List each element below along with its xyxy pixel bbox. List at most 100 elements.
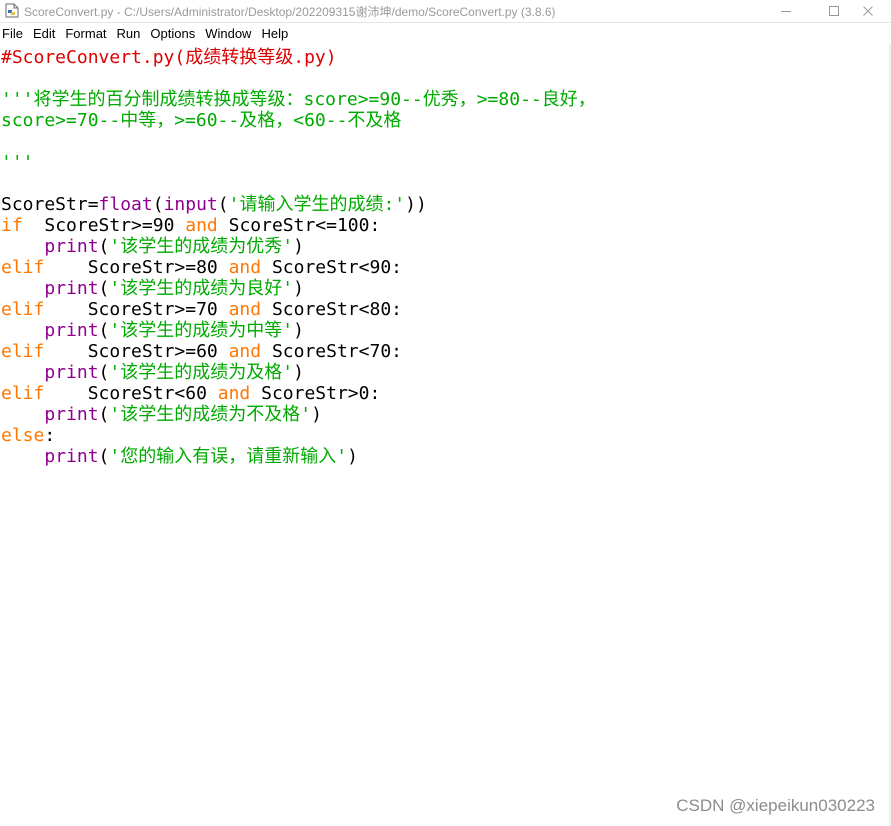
code-line[interactable]: elif ScoreStr>=80 and ScoreStr<90:	[1, 257, 596, 278]
code-token-keyword: elif	[1, 299, 45, 320]
menu-help[interactable]: Help	[258, 23, 295, 44]
code-token-builtin: float	[98, 194, 153, 215]
code-token-default: (	[98, 362, 110, 383]
code-token-default: )	[293, 362, 304, 383]
code-token-default	[1, 320, 44, 341]
code-token-builtin: print	[44, 362, 99, 383]
code-token-default: (	[98, 278, 110, 299]
code-token-builtin: print	[44, 278, 99, 299]
code-token-default: (	[152, 194, 164, 215]
code-line[interactable]: ScoreStr=float(input('请输入学生的成绩:'))	[1, 194, 596, 215]
code-line[interactable]: '''将学生的百分制成绩转换成等级：score>=90--优秀，>=80--良好…	[1, 89, 596, 110]
code-line[interactable]	[1, 131, 596, 152]
code-token-keyword: and	[228, 257, 262, 278]
code-token-keyword: and	[228, 341, 262, 362]
code-token-default: ScoreStr>=80	[44, 257, 229, 278]
code-token-default: ScoreStr<60	[44, 383, 218, 404]
code-token-keyword: elif	[1, 383, 45, 404]
close-icon	[863, 6, 873, 16]
code-token-default: (	[98, 446, 110, 467]
code-line[interactable]: print('该学生的成绩为及格')	[1, 362, 596, 383]
code-token-default: (	[98, 236, 110, 257]
code-token-default: )	[293, 278, 304, 299]
code-token-string: '''将学生的百分制成绩转换成等级：score>=90--优秀，>=80--良好…	[1, 89, 596, 110]
code-token-string: '请输入学生的成绩:'	[228, 194, 406, 215]
code-token-default: :	[44, 425, 56, 446]
code-editor[interactable]: #ScoreConvert.py(成绩转换等级.py) '''将学生的百分制成绩转…	[0, 45, 891, 826]
code-token-string: '您的输入有误，请重新输入'	[109, 446, 348, 467]
maximize-icon	[829, 6, 839, 16]
code-token-string: score>=70--中等，>=60--及格，<60--不及格	[1, 110, 402, 131]
code-token-builtin: input	[163, 194, 218, 215]
idle-python-file-icon[interactable]	[5, 3, 19, 18]
code-line[interactable]: print('您的输入有误，请重新输入')	[1, 446, 596, 467]
code-line[interactable]: elif ScoreStr<60 and ScoreStr>0:	[1, 383, 596, 404]
title-bar[interactable]: ScoreConvert.py - C:/Users/Administrator…	[0, 0, 891, 23]
code-token-default: ScoreStr>=60	[44, 341, 229, 362]
code-token-default: ScoreStr=	[1, 194, 99, 215]
menu-edit[interactable]: Edit	[30, 23, 62, 44]
code-line[interactable]: if ScoreStr>=90 and ScoreStr<=100:	[1, 215, 596, 236]
code-token-string: '该学生的成绩为不及格'	[109, 404, 312, 425]
code-token-default	[1, 236, 44, 257]
code-line[interactable]: elif ScoreStr>=70 and ScoreStr<80:	[1, 299, 596, 320]
code-token-default: ScoreStr>=70	[44, 299, 229, 320]
minimize-button[interactable]	[763, 0, 809, 22]
code-line[interactable]: else:	[1, 425, 596, 446]
close-button[interactable]	[845, 0, 891, 22]
code-token-comment: #ScoreConvert.py(成绩转换等级.py)	[1, 47, 337, 68]
code-token-default: ))	[405, 194, 427, 215]
code-token-default: ScoreStr<=100:	[217, 215, 381, 236]
code-token-default: ScoreStr>0:	[250, 383, 381, 404]
code-token-string: '该学生的成绩为及格'	[109, 362, 294, 383]
code-line[interactable]: elif ScoreStr>=60 and ScoreStr<70:	[1, 341, 596, 362]
code-token-default: ScoreStr>=90	[22, 215, 186, 236]
menu-options[interactable]: Options	[147, 23, 202, 44]
code-line[interactable]	[1, 68, 596, 89]
minimize-icon	[781, 11, 791, 12]
menu-run[interactable]: Run	[114, 23, 148, 44]
code-token-builtin: print	[44, 404, 99, 425]
code-line[interactable]: print('该学生的成绩为不及格')	[1, 404, 596, 425]
code-token-string: '该学生的成绩为中等'	[109, 320, 294, 341]
code-token-default	[1, 278, 44, 299]
code-token-keyword: and	[228, 299, 262, 320]
code-line[interactable]	[1, 173, 596, 194]
code-token-default: (	[217, 194, 229, 215]
code-token-builtin: print	[44, 446, 99, 467]
code-token-keyword: and	[185, 215, 218, 236]
csdn-watermark: CSDN @xiepeikun030223	[676, 796, 875, 815]
code-text[interactable]: #ScoreConvert.py(成绩转换等级.py) '''将学生的百分制成绩转…	[1, 47, 596, 467]
code-line[interactable]: print('该学生的成绩为优秀')	[1, 236, 596, 257]
window-title: ScoreConvert.py - C:/Users/Administrator…	[24, 5, 556, 19]
menu-file[interactable]: File	[0, 23, 30, 44]
code-token-default: (	[98, 320, 110, 341]
code-line[interactable]: print('该学生的成绩为中等')	[1, 320, 596, 341]
code-token-default: )	[293, 320, 304, 341]
code-token-default	[1, 446, 44, 467]
code-token-default	[1, 404, 44, 425]
code-line[interactable]: print('该学生的成绩为良好')	[1, 278, 596, 299]
code-token-string: '该学生的成绩为良好'	[109, 278, 294, 299]
code-line[interactable]: #ScoreConvert.py(成绩转换等级.py)	[1, 47, 596, 68]
code-token-default: ScoreStr<70:	[261, 341, 402, 362]
code-line[interactable]: score>=70--中等，>=60--及格，<60--不及格	[1, 110, 596, 131]
code-token-keyword: and	[217, 383, 251, 404]
code-token-builtin: print	[44, 236, 99, 257]
code-token-default: )	[293, 236, 304, 257]
code-token-default: ScoreStr<90:	[261, 257, 402, 278]
code-token-keyword: elif	[1, 341, 45, 362]
code-line[interactable]: '''	[1, 152, 596, 173]
code-token-keyword: if	[1, 215, 23, 236]
menu-bar: File Edit Format Run Options Window Help	[0, 23, 891, 44]
code-token-builtin: print	[44, 320, 99, 341]
code-token-keyword: else	[1, 425, 45, 446]
code-token-default: )	[311, 404, 322, 425]
code-token-keyword: elif	[1, 257, 45, 278]
code-token-string: '该学生的成绩为优秀'	[109, 236, 294, 257]
menu-format[interactable]: Format	[62, 23, 113, 44]
code-token-default: ScoreStr<80:	[261, 299, 402, 320]
menu-window[interactable]: Window	[202, 23, 258, 44]
code-token-default: (	[98, 404, 110, 425]
code-token-default: )	[347, 446, 358, 467]
